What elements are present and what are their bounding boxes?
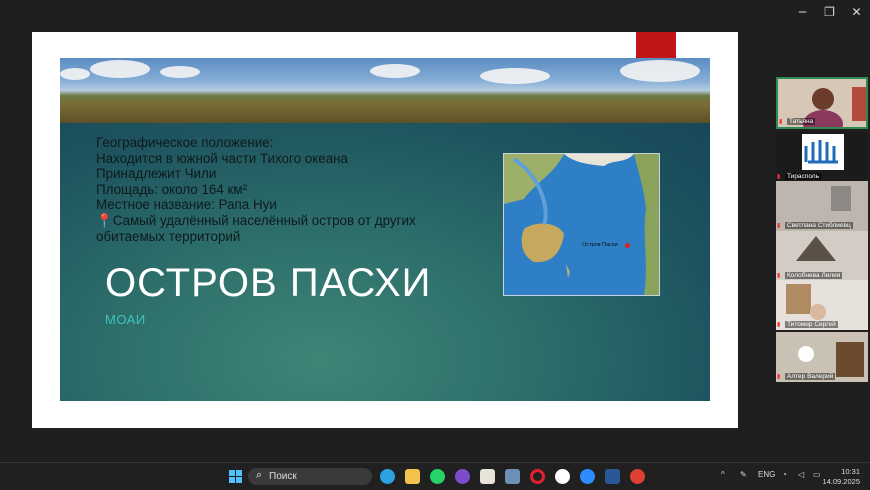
- minimize-button[interactable]: ─: [789, 2, 816, 22]
- clock-time: 10:31: [841, 467, 860, 476]
- word-icon[interactable]: [605, 469, 620, 484]
- slide-title: ОСТРОВ ПАСХИ: [105, 261, 432, 305]
- landscape-banner-image: [60, 58, 710, 123]
- info-line-remote: 📍Самый удалённый населённый остров от др…: [96, 213, 416, 229]
- geography-info: Географическое положение: Находится в юж…: [96, 135, 416, 244]
- battery-icon[interactable]: ▭: [813, 470, 821, 479]
- close-button[interactable]: ✕: [843, 2, 870, 22]
- language-indicator[interactable]: ENG: [758, 470, 775, 479]
- system-clock[interactable]: 10:31 14.09.2025: [822, 467, 860, 487]
- slide-red-accent: [636, 32, 676, 58]
- map-label: Остров Пасхи: [582, 242, 618, 248]
- chrome-icon[interactable]: [630, 469, 645, 484]
- app-icon[interactable]: [480, 469, 495, 484]
- slide-content: Географическое положение: Находится в юж…: [60, 123, 710, 401]
- mic-muted-icon: ▮: [777, 174, 781, 180]
- participant-tile[interactable]: ▮ Татьяна: [776, 77, 868, 129]
- app-icon[interactable]: [505, 469, 520, 484]
- participant-name: Татьяна: [787, 118, 816, 125]
- yandex-browser-icon[interactable]: [555, 469, 570, 484]
- info-line: Самый удалённый населённый остров от дру…: [112, 212, 416, 228]
- viber-icon[interactable]: [455, 469, 470, 484]
- info-line: обитаемых территорий: [96, 228, 241, 244]
- mic-muted-icon: ▮: [777, 223, 781, 229]
- participant-tile[interactable]: ▮ Светлана Стиблиевц: [776, 181, 868, 231]
- tray-app-icon[interactable]: ✎: [740, 470, 747, 479]
- participant-name: Тирасполь: [785, 173, 821, 180]
- participant-tile[interactable]: ▮ Тирасполь: [776, 132, 868, 182]
- pacific-map-image: Остров Пасхи: [503, 153, 660, 296]
- clock-date: 14.09.2025: [822, 477, 860, 486]
- mic-muted-icon: ▮: [779, 119, 783, 125]
- participant-name: Светлана Стиблиевц: [785, 222, 853, 229]
- info-line: Географическое положение:: [96, 135, 274, 150]
- windows-taskbar: ⌕ Поиск ^ ✎ ENG ◔ ◁ ▭ 10:31 14.09.2025: [0, 462, 870, 490]
- tray-chevron-icon[interactable]: ^: [721, 470, 725, 479]
- mic-muted-icon: ▮: [777, 374, 781, 380]
- restore-button[interactable]: ❐: [816, 2, 843, 22]
- participant-tile[interactable]: ▮ Алтер Валерий: [776, 332, 868, 382]
- mic-muted-icon: ▮: [777, 322, 781, 328]
- info-line: Площадь: около 164 км²: [96, 181, 248, 197]
- info-line: Находится в южной части Тихого океана: [96, 150, 348, 166]
- volume-icon[interactable]: ◁: [798, 470, 804, 479]
- window-controls: ─ ❐ ✕: [789, 2, 870, 22]
- participant-tile[interactable]: ▮ Титомир Сергей: [776, 280, 868, 330]
- participant-name: Алтер Валерий: [785, 373, 836, 380]
- search-icon: ⌕: [256, 469, 263, 481]
- mic-muted-icon: ▮: [777, 273, 781, 279]
- windows-start-icon[interactable]: [228, 469, 243, 484]
- easter-island-marker: [625, 243, 630, 248]
- pin-icon: 📍: [96, 212, 113, 228]
- participant-tile[interactable]: ▮ Колобнева Лилия: [776, 231, 868, 281]
- search-placeholder: Поиск: [269, 471, 297, 482]
- opera-icon[interactable]: [530, 469, 545, 484]
- slide-subtitle: МОАИ: [105, 312, 146, 327]
- file-explorer-icon[interactable]: [405, 469, 420, 484]
- telegram-icon[interactable]: [380, 469, 395, 484]
- zoom-icon[interactable]: [580, 469, 595, 484]
- info-line: Местное название: Рапа Нуи: [96, 197, 277, 213]
- whatsapp-icon[interactable]: [430, 469, 445, 484]
- participant-name: Титомир Сергей: [785, 321, 838, 328]
- info-line: Принадлежит Чили: [96, 166, 217, 182]
- wifi-icon[interactable]: ◔: [782, 470, 787, 479]
- participant-name: Колобнева Лилия: [785, 272, 843, 279]
- taskbar-search[interactable]: ⌕ Поиск: [248, 468, 372, 485]
